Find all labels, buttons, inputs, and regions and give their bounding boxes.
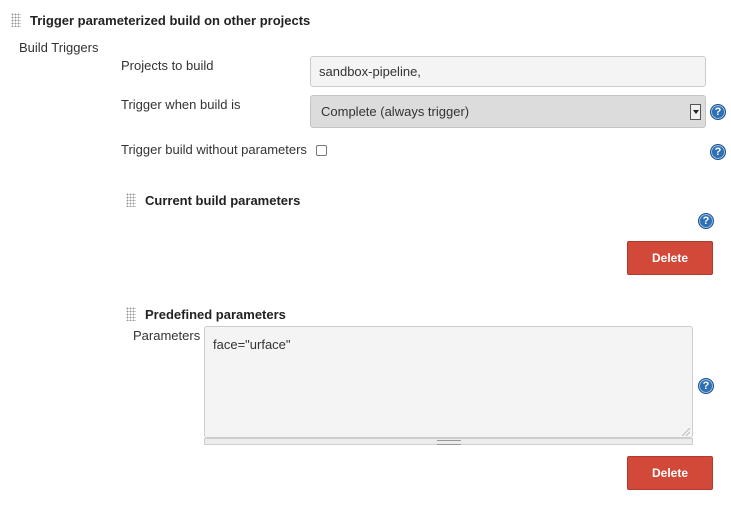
textarea-resize-handle[interactable] <box>204 438 693 445</box>
trigger-without-params-label: Trigger build without parameters <box>121 142 307 157</box>
projects-to-build-input[interactable] <box>310 56 706 87</box>
build-triggers-label: Build Triggers <box>19 40 99 55</box>
chevron-down-icon[interactable] <box>690 104 701 120</box>
trigger-without-params-checkbox[interactable] <box>316 145 327 156</box>
section-title: Trigger parameterized build on other pro… <box>30 13 311 28</box>
resize-corner-icon[interactable] <box>682 428 690 436</box>
delete-predefined-params-button[interactable]: Delete <box>627 456 713 490</box>
current-build-parameters-title: Current build parameters <box>145 193 301 208</box>
drag-handle-icon[interactable] <box>126 193 136 207</box>
drag-handle-icon[interactable] <box>11 13 21 27</box>
help-icon[interactable]: ? <box>710 144 726 160</box>
help-icon[interactable]: ? <box>710 104 726 120</box>
parameters-textarea[interactable]: face="urface" <box>204 326 693 438</box>
projects-to-build-label: Projects to build <box>121 58 214 73</box>
trigger-when-label: Trigger when build is <box>121 97 241 112</box>
trigger-when-selected-value: Complete (always trigger) <box>321 104 470 119</box>
drag-handle-icon[interactable] <box>126 307 136 321</box>
parameters-label: Parameters <box>133 328 201 343</box>
help-icon[interactable]: ? <box>698 378 714 394</box>
trigger-when-select[interactable]: Complete (always trigger) <box>310 95 706 128</box>
predefined-parameters-title: Predefined parameters <box>145 307 286 322</box>
delete-current-params-button[interactable]: Delete <box>627 241 713 275</box>
help-icon[interactable]: ? <box>698 213 714 229</box>
